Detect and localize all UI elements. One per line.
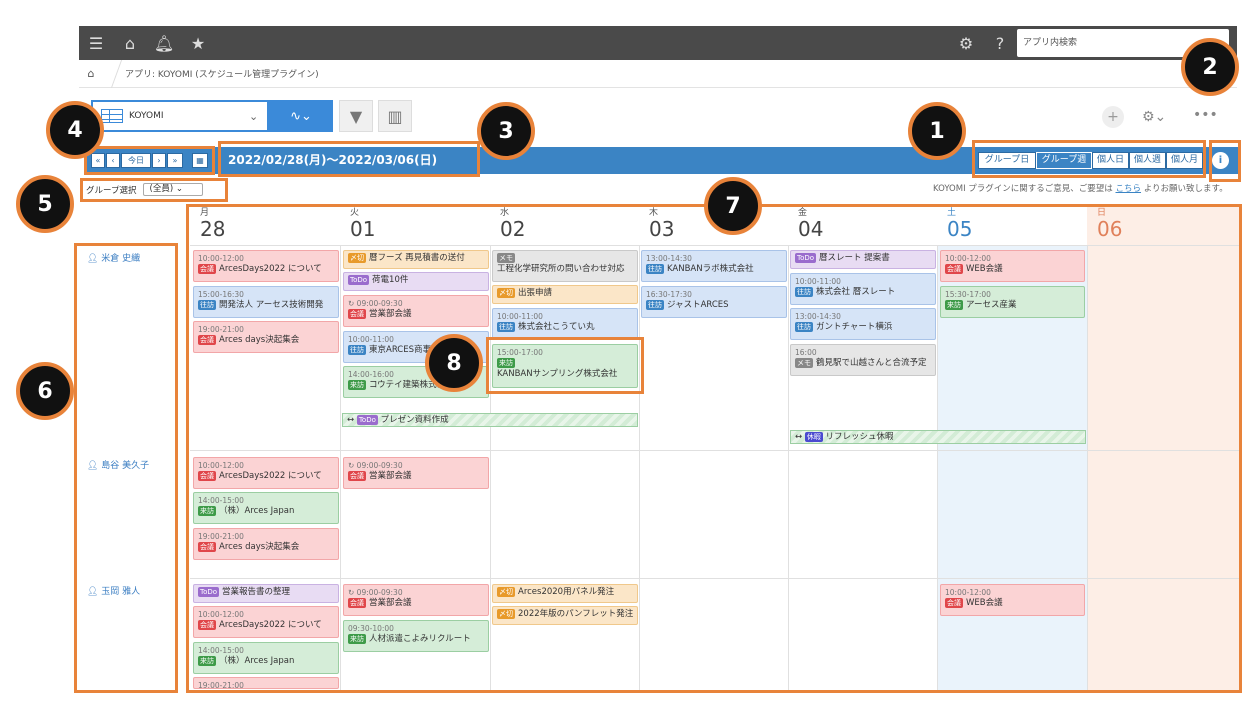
- view-name: KOYOMI: [129, 111, 164, 121]
- home-icon[interactable]: ⌂: [79, 67, 103, 80]
- feedback-text: KOYOMI プラグインに関するご意見、ご要望は こちら よりお願い致します。: [933, 182, 1228, 194]
- annotation-box-view-buttons: [972, 140, 1206, 178]
- feedback-link[interactable]: こちら: [1116, 184, 1142, 194]
- bell-icon[interactable]: 🔔︎: [153, 26, 175, 60]
- callout-5: 5: [16, 175, 74, 233]
- filter-button[interactable]: ▼: [339, 100, 373, 132]
- callout-8: 8: [425, 334, 483, 392]
- gear-icon[interactable]: ⚙: [955, 26, 977, 60]
- menu-icon[interactable]: ☰: [85, 26, 107, 60]
- table-icon: [101, 109, 123, 123]
- breadcrumb: ⌂ アプリ: KOYOMI (スケジュール管理プラグイン): [79, 59, 1237, 88]
- feedback-prefix: KOYOMI プラグインに関するご意見、ご要望は: [933, 184, 1116, 194]
- top-bar: ☰ ⌂ 🔔︎ ★ ⚙ ? アプリ内検索: [79, 26, 1237, 60]
- help-icon[interactable]: ?: [989, 26, 1011, 60]
- callout-4: 4: [46, 101, 104, 159]
- home-icon[interactable]: ⌂: [119, 26, 141, 60]
- annotation-box-event: [486, 337, 644, 394]
- callout-2: 2: [1181, 38, 1239, 96]
- settings-icon[interactable]: ⚙⌄: [1142, 106, 1172, 128]
- callout-3: 3: [477, 102, 535, 160]
- annotation-box-info: [1209, 140, 1241, 182]
- annotation-box-date-range: [218, 141, 480, 177]
- annotation-box-group: [80, 178, 228, 202]
- callout-7: 7: [704, 177, 762, 235]
- filter-icon: ▼: [349, 106, 363, 126]
- bar-chart-icon: ▥: [387, 106, 403, 126]
- view-selector[interactable]: KOYOMI ⌄: [91, 100, 269, 132]
- graph-icon: ∿⌄: [290, 108, 312, 124]
- annotation-box-users: [74, 243, 178, 693]
- annotation-box-nav: [84, 146, 215, 175]
- callout-6: 6: [16, 362, 74, 420]
- summary-button[interactable]: ▥: [378, 100, 412, 132]
- koyomi-app: ☰ ⌂ 🔔︎ ★ ⚙ ? アプリ内検索 ⌂ アプリ: KOYOMI (スケジュー…: [0, 0, 1251, 718]
- star-icon[interactable]: ★: [187, 26, 209, 60]
- more-icon[interactable]: •••: [1193, 106, 1219, 128]
- feedback-suffix: よりお願い致します。: [1141, 184, 1228, 194]
- add-icon[interactable]: +: [1102, 106, 1124, 128]
- callout-1: 1: [908, 102, 966, 160]
- graph-button[interactable]: ∿⌄: [269, 100, 333, 132]
- chevron-down-icon: ⌄: [249, 109, 259, 123]
- annotation-box-calendar: [186, 204, 1242, 693]
- breadcrumb-app[interactable]: アプリ: KOYOMI (スケジュール管理プラグイン): [125, 67, 319, 80]
